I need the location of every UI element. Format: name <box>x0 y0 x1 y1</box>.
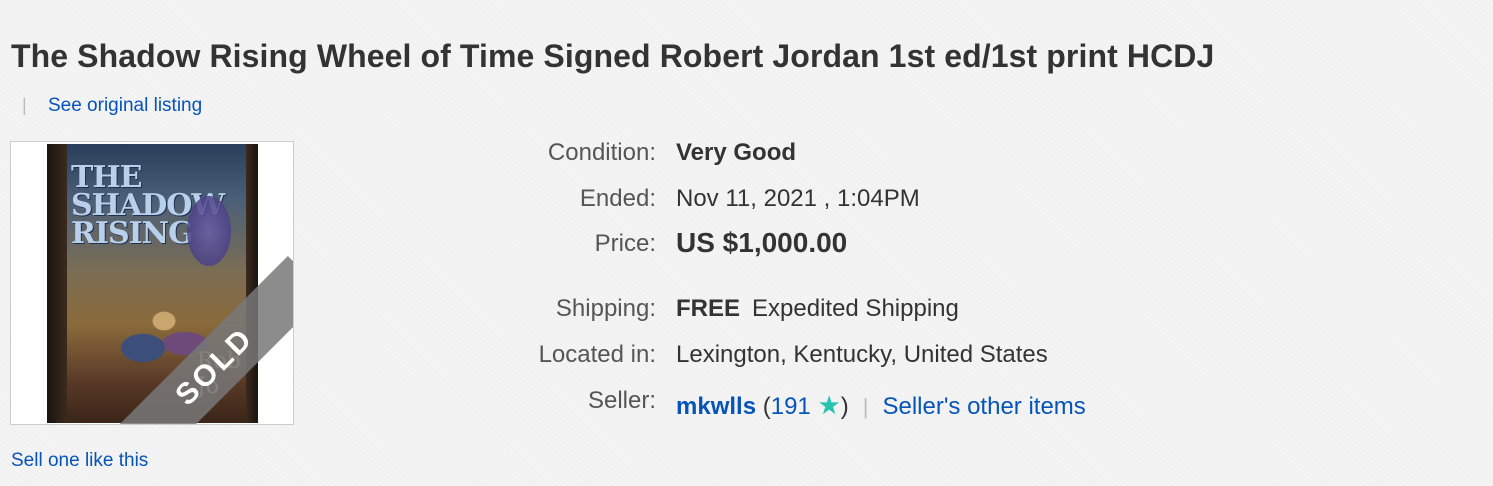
shipping-label: Shipping: <box>555 295 656 322</box>
separator: | <box>862 394 869 419</box>
price-label: Price: <box>594 230 656 257</box>
price-value: US $1,000.00 <box>676 227 848 258</box>
separator: | <box>22 95 27 115</box>
sell-one-like-this-link[interactable]: Sell one like this <box>11 450 148 472</box>
shipping-free: FREE <box>676 295 741 322</box>
sellers-other-items-link[interactable]: Seller's other items <box>882 393 1085 420</box>
ended-label: Ended: <box>579 185 656 212</box>
star-icon: ★ <box>817 390 841 420</box>
seller-feedback-count[interactable]: 191 <box>771 393 811 420</box>
listing-title: The Shadow Rising Wheel of Time Signed R… <box>11 38 1215 74</box>
seller-label: Seller: <box>587 387 656 414</box>
seller-value: mkwlls (191 ★) | Seller's other items <box>676 390 1086 420</box>
ended-value: Nov 11, 2021 , 1:04PM <box>676 185 920 212</box>
item-photo[interactable]: THE SHADOW RISING RobJo SOLD <box>10 141 294 425</box>
seller-name-link[interactable]: mkwlls <box>676 393 756 420</box>
location-label: Located in: <box>538 341 656 368</box>
see-original-listing-link[interactable]: See original listing <box>48 95 202 116</box>
shipping-method: Expedited Shipping <box>752 295 959 322</box>
condition-value: Very Good <box>676 139 797 166</box>
original-listing-row: | See original listing <box>22 95 202 117</box>
shipping-value: FREE Expedited Shipping <box>676 295 959 323</box>
condition-label: Condition: <box>547 139 656 166</box>
location-value: Lexington, Kentucky, United States <box>676 341 1048 368</box>
